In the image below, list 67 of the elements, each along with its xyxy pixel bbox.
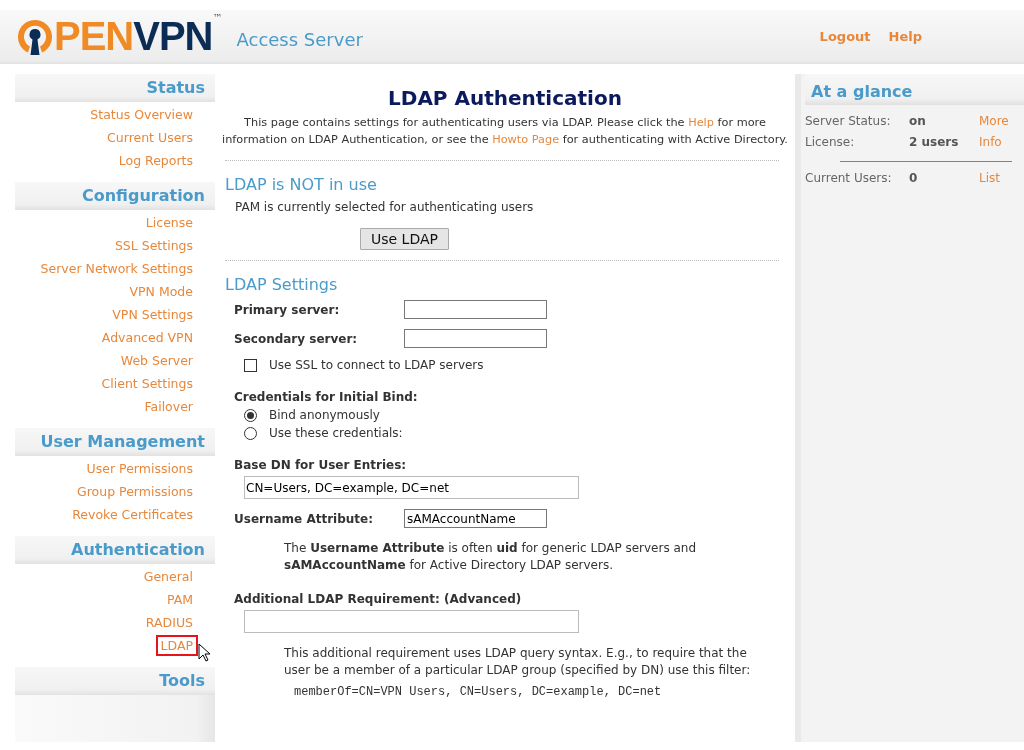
panel-link[interactable]: List: [979, 168, 1024, 189]
sidebar-link[interactable]: Advanced VPN: [96, 327, 198, 348]
status-value: 0: [909, 170, 919, 187]
section-heading: Authentication: [15, 536, 215, 564]
logo-text: VPN: [133, 16, 213, 56]
page-title: LDAP Authentication: [387, 86, 623, 110]
input-field[interactable]: [244, 610, 579, 633]
status-value: on: [909, 113, 927, 130]
panel-link[interactable]: Info: [979, 132, 1024, 153]
field-label: Secondary server:: [234, 331, 359, 346]
field-label: Username Attribute:: [234, 511, 374, 526]
sidebar-link[interactable]: Failover: [139, 396, 198, 417]
section-heading: LDAP Settings: [225, 275, 339, 294]
sidebar-link[interactable]: Current Users: [102, 127, 198, 148]
sidebar-link[interactable]: General: [138, 566, 198, 587]
input-field[interactable]: [404, 329, 547, 348]
section-heading: Status: [15, 74, 215, 102]
radio-label: Bind anonymously: [269, 408, 380, 422]
sidebar-link[interactable]: RADIUS: [140, 612, 198, 633]
sidebar-link[interactable]: Web Server: [115, 350, 198, 371]
section-heading: LDAP is NOT in use: [225, 175, 378, 194]
sidebar-link[interactable]: Client Settings: [96, 373, 198, 394]
sidebar-link[interactable]: Status Overview: [85, 104, 198, 125]
help-note: This additional requirement uses LDAP query syntax. E.g., to require that the user be a member of a particular LDAP group (specified by DN) use this filter:: [284, 645, 752, 679]
help-link[interactable]: Help: [688, 116, 714, 129]
sidebar-link[interactable]: VPN Settings: [107, 304, 198, 325]
checkbox[interactable]: [244, 358, 257, 372]
header-link[interactable]: Logout: [819, 28, 871, 44]
radio-label: Use these credentials:: [269, 426, 403, 440]
use-ldap-button[interactable]: Use LDAP: [360, 228, 449, 250]
help-note: The Username Attribute is often uid for generic LDAP servers and sAMAccountName for Active Directory LDAP servers.: [284, 540, 698, 574]
product-name: Access Server: [236, 28, 363, 50]
trademark-mark: ™: [212, 12, 223, 23]
field-label: Base DN for User Entries:: [234, 458, 408, 472]
logo-text: PEN: [54, 16, 134, 56]
sidebar-link[interactable]: SSL Settings: [109, 235, 198, 256]
sidebar-link[interactable]: Server Network Settings: [35, 258, 198, 279]
sidebar-link[interactable]: License: [140, 212, 198, 233]
sidebar-link[interactable]: Log Reports: [113, 150, 198, 171]
status-label: License:: [805, 134, 856, 151]
sidebar-link[interactable]: VPN Mode: [124, 281, 198, 302]
sidebar-link[interactable]: User Permissions: [81, 458, 198, 479]
status-label: Server Status:: [805, 113, 892, 130]
checkbox-label: Use SSL to connect to LDAP servers: [269, 358, 484, 372]
section-heading: Tools: [15, 667, 215, 695]
sidebar-link[interactable]: Group Permissions: [72, 481, 198, 502]
sidebar-link[interactable]: PAM: [161, 589, 198, 610]
panel-link[interactable]: More: [979, 111, 1024, 132]
field-label: Additional LDAP Requirement: (Advanced): [234, 592, 523, 606]
keyhole-logo-icon: [16, 18, 54, 56]
panel-heading: At a glance: [805, 74, 1024, 105]
field-label: Primary server:: [234, 302, 341, 317]
field-label: Credentials for Initial Bind:: [234, 390, 419, 404]
input-field[interactable]: CN=Users, DC=example, DC=net: [244, 476, 579, 499]
section-heading: Configuration: [15, 182, 215, 210]
header-link[interactable]: Help: [888, 28, 922, 44]
input-field[interactable]: [404, 300, 547, 319]
mouse-cursor-icon: [198, 643, 210, 662]
code-example: memberOf=CN=VPN Users, CN=Users, DC=example, DC=net: [294, 685, 663, 699]
input-field[interactable]: sAMAccountName: [404, 509, 547, 528]
intro-paragraph: This page contains settings for authenticating users via LDAP. Please click the Help for more information on LDAP Authentication, or see the Howto Page for authenticating with Active Directory.: [221, 115, 789, 148]
status-label: Current Users:: [805, 170, 893, 187]
help-link[interactable]: Howto Page: [492, 133, 560, 146]
status-value: 2 users: [909, 134, 960, 151]
section-heading: User Management: [15, 428, 215, 456]
sidebar-link[interactable]: Revoke Certificates: [67, 504, 198, 525]
status-text: PAM is currently selected for authenticating users: [235, 200, 535, 214]
